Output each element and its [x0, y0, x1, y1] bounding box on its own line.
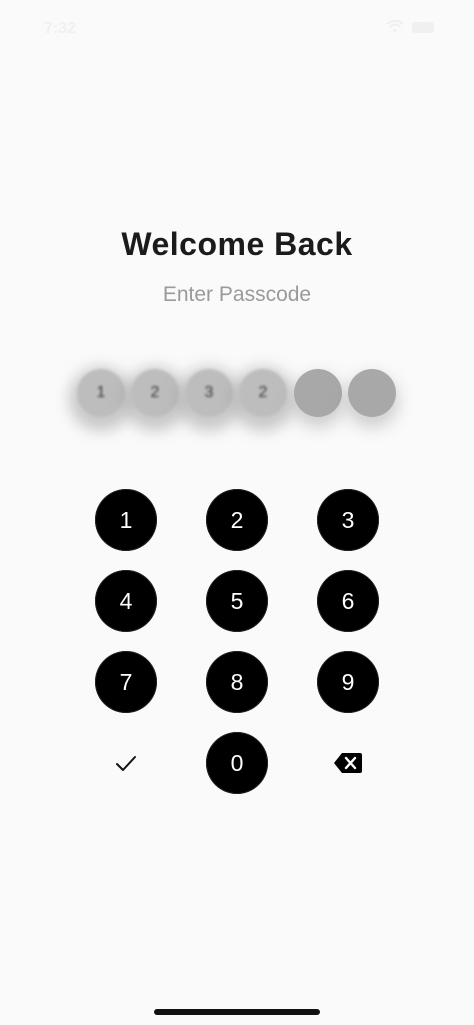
battery-icon — [412, 21, 434, 33]
key-7[interactable]: 7 — [95, 651, 157, 713]
passcode-indicator: 1 2 3 2 — [0, 369, 474, 417]
key-5[interactable]: 5 — [206, 570, 268, 632]
key-4[interactable]: 4 — [95, 570, 157, 632]
checkmark-icon — [116, 756, 136, 771]
wifi-icon — [386, 20, 404, 33]
passcode-digit: 2 — [150, 384, 160, 401]
passcode-slot-filled: 2 — [131, 369, 179, 417]
key-9[interactable]: 9 — [317, 651, 379, 713]
passcode-screen: 7:32 Welcome Back Enter Passcode 1 2 3 2… — [0, 0, 474, 1025]
key-0[interactable]: 0 — [206, 732, 268, 794]
delete-button[interactable] — [317, 732, 379, 794]
passcode-digit: 3 — [204, 384, 214, 401]
passcode-digit: 2 — [258, 384, 268, 401]
key-2[interactable]: 2 — [206, 489, 268, 551]
confirm-button[interactable] — [95, 732, 157, 794]
status-time: 7:32 — [44, 20, 77, 37]
home-indicator[interactable] — [154, 1009, 320, 1015]
key-6[interactable]: 6 — [317, 570, 379, 632]
status-icons — [386, 20, 434, 34]
passcode-slot-empty — [294, 369, 342, 417]
passcode-digit: 1 — [96, 384, 106, 401]
backspace-icon — [334, 753, 362, 773]
page-title: Welcome Back — [121, 226, 353, 262]
passcode-slot-filled: 3 — [185, 369, 233, 417]
key-1[interactable]: 1 — [95, 489, 157, 551]
passcode-slot-filled: 2 — [239, 369, 287, 417]
key-3[interactable]: 3 — [317, 489, 379, 551]
passcode-slot-empty — [348, 369, 396, 417]
key-8[interactable]: 8 — [206, 651, 268, 713]
page-subtitle: Enter Passcode — [162, 283, 312, 306]
passcode-slot-filled: 1 — [77, 369, 125, 417]
